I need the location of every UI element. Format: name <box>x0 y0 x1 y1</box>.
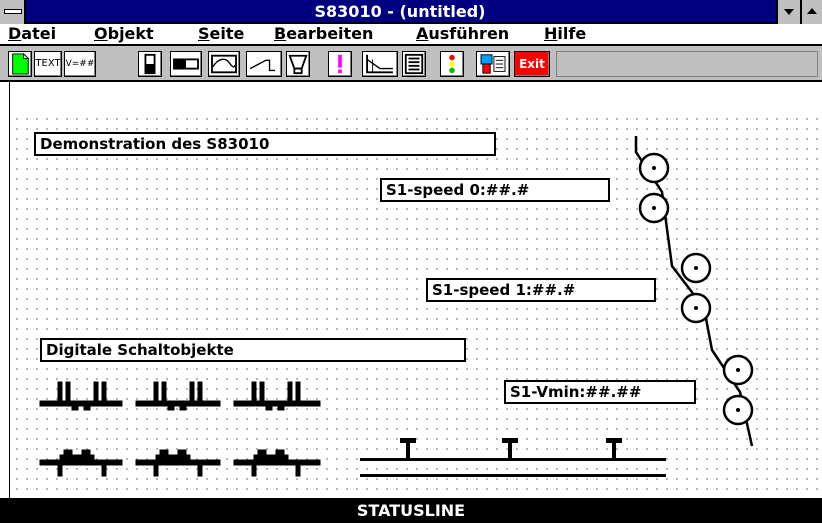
roller-4-icon <box>680 292 712 324</box>
menu-bar: Datei Objekt Seite Bearbeiten Ausführen … <box>0 24 822 46</box>
menu-seite[interactable]: Seite <box>198 24 244 44</box>
roller-6-icon <box>722 394 754 426</box>
roller-3-icon <box>680 252 712 284</box>
text-tool[interactable]: TEXT <box>34 51 62 77</box>
line-tool[interactable] <box>246 51 282 77</box>
busbar-diagram <box>360 438 666 477</box>
curve-icon <box>211 54 237 74</box>
funnel-tool[interactable] <box>286 51 310 77</box>
roller-2-icon <box>638 192 670 224</box>
roller-1-icon <box>638 152 670 184</box>
list-tool[interactable] <box>402 51 426 77</box>
left-frame <box>0 82 10 498</box>
line-icon <box>249 59 276 72</box>
switch-closed-2-icon <box>135 449 221 477</box>
toolbar-empty-area <box>556 51 818 77</box>
roller-5-icon <box>722 354 754 386</box>
system-menu-icon <box>4 9 22 14</box>
exclamation-icon <box>338 54 342 74</box>
horizontal-bar-icon <box>173 58 199 70</box>
maximize-button[interactable] <box>800 0 822 24</box>
menu-datei[interactable]: Datei <box>8 24 56 44</box>
exit-tool[interactable]: Exit <box>514 51 550 77</box>
system-menu-button[interactable] <box>0 0 26 24</box>
digital-objects-label[interactable]: Digitale Schaltobjekte <box>40 338 466 362</box>
alarm-tool[interactable] <box>328 51 352 77</box>
trend-tool[interactable] <box>362 51 398 77</box>
title-bar: S83010 - (untitled) <box>0 0 822 24</box>
switch-closed-3-icon <box>233 449 321 477</box>
speed-0-field[interactable]: S1-speed 0:##.# <box>380 178 610 202</box>
switch-open-1-icon <box>39 381 123 411</box>
vertical-bar-tool[interactable] <box>138 51 162 77</box>
speed-1-field[interactable]: S1-speed 1:##.# <box>426 278 656 302</box>
settings-icon <box>480 54 506 74</box>
drawing-graphics <box>39 136 754 477</box>
variable-tool[interactable]: V=## <box>64 51 96 77</box>
traffic-light-tool[interactable] <box>440 51 464 77</box>
minimize-button[interactable] <box>776 0 800 24</box>
window-title: S83010 - (untitled) <box>314 2 486 21</box>
new-page-icon <box>12 52 30 75</box>
switch-open-3-icon <box>233 381 321 411</box>
menu-ausfuehren[interactable]: Ausführen <box>416 24 509 44</box>
list-icon <box>404 53 424 75</box>
settings-tool[interactable] <box>476 51 510 77</box>
funnel-icon <box>288 54 308 75</box>
traffic-light-icon <box>449 54 455 74</box>
switch-closed-1-icon <box>39 449 123 477</box>
status-line: STATUSLINE <box>0 498 822 523</box>
curve-tool[interactable] <box>208 51 240 77</box>
demo-title-label[interactable]: Demonstration des S83010 <box>34 132 496 156</box>
new-document-tool[interactable] <box>8 51 32 77</box>
toolbar: TEXT V=## Exit <box>0 46 822 82</box>
vmin-field[interactable]: S1-Vmin:##.## <box>504 380 696 404</box>
menu-hilfe[interactable]: Hilfe <box>544 24 586 44</box>
drawing-canvas[interactable]: Demonstration des S83010 S1-speed 0:##.#… <box>10 112 822 498</box>
menu-objekt[interactable]: Objekt <box>94 24 154 44</box>
horizontal-bar-tool[interactable] <box>170 51 202 77</box>
vertical-bar-icon <box>144 53 156 75</box>
switch-open-2-icon <box>135 381 221 411</box>
trend-icon <box>366 54 393 74</box>
menu-bearbeiten[interactable]: Bearbeiten <box>274 24 373 44</box>
